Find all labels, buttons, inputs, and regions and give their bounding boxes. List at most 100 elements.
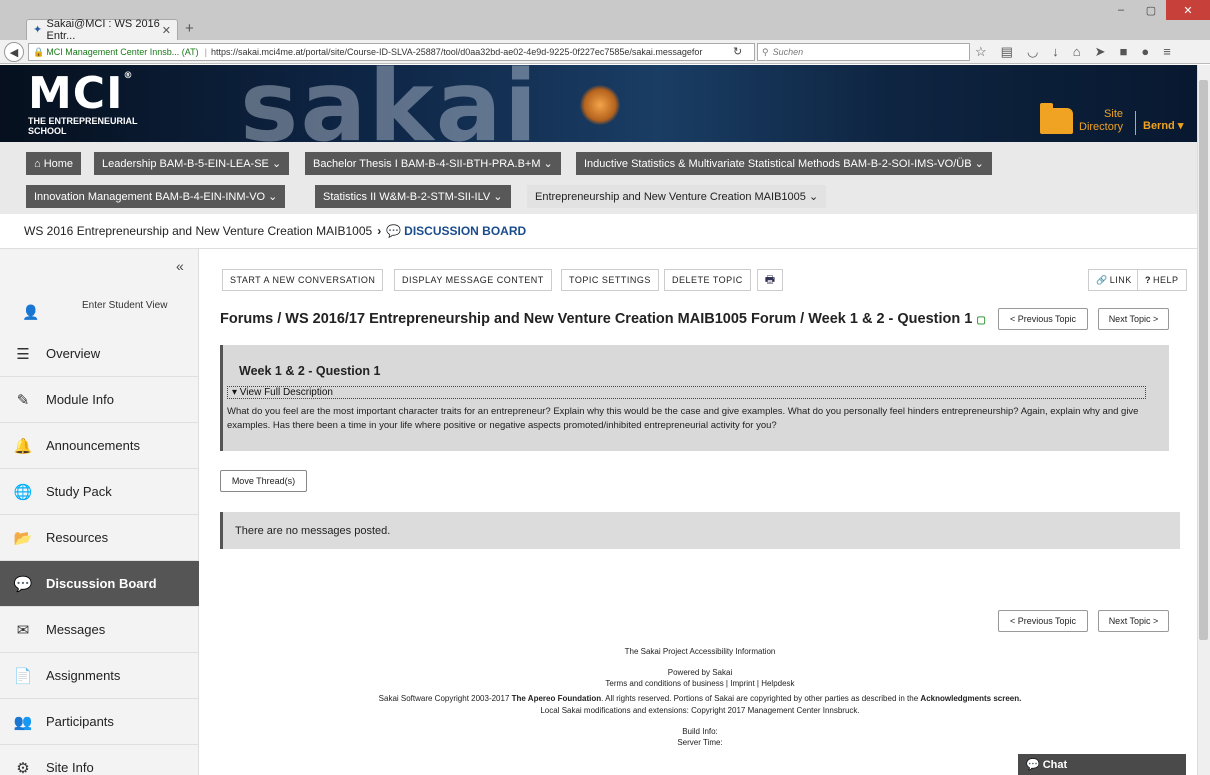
chat-bubble-icon: 💬	[386, 224, 402, 238]
question-icon: ?	[1145, 275, 1151, 285]
folder-icon: 📂	[13, 529, 33, 547]
menu-icon[interactable]: ≡	[1163, 44, 1171, 60]
menu-item-assignments[interactable]: 📄 Assignments	[0, 653, 199, 699]
display-message-content-button[interactable]: DISPLAY MESSAGE CONTENT	[394, 269, 552, 291]
site-identity: MCI Management Center Innsb... (AT)	[46, 47, 199, 57]
menu-item-module-info[interactable]: ✎ Module Info	[0, 377, 199, 423]
print-icon[interactable]: 🖶	[757, 269, 783, 291]
lock-icon: 🔒	[33, 46, 45, 57]
site-tab-statistics-ii[interactable]: Statistics II W&M-B-2-STM-SII-ILV ⌄	[315, 185, 511, 208]
breadcrumb: WS 2016 Entrepreneurship and New Venture…	[0, 214, 1197, 249]
next-topic-button-bottom[interactable]: Next Topic >	[1098, 610, 1169, 632]
banner-light-glow	[580, 85, 620, 125]
bell-icon: 🔔	[13, 437, 33, 455]
menu-item-announcements[interactable]: 🔔 Announcements	[0, 423, 199, 469]
send-icon[interactable]: ➤	[1095, 44, 1106, 60]
site-tab-inductive-statistics[interactable]: Inductive Statistics & Multivariate Stat…	[576, 152, 992, 175]
menu-item-participants[interactable]: 👥 Participants	[0, 699, 199, 745]
site-tab-bachelor-thesis[interactable]: Bachelor Thesis I BAM-B-4-SII-BTH-PRA.B+…	[305, 152, 561, 175]
window-controls: – ▢ ✕	[1106, 0, 1210, 20]
student-view-button[interactable]: 👤 Enter Student View	[0, 296, 199, 334]
site-tab-leadership[interactable]: Leadership BAM-B-5-EIN-LEA-SE ⌄	[94, 152, 290, 175]
globe-icon: 🌐	[13, 483, 33, 501]
user-menu-button[interactable]: Bernd ▾	[1143, 119, 1183, 132]
users-icon: 👥	[13, 713, 33, 731]
apereo-link[interactable]: The Apereo Foundation	[512, 694, 601, 703]
footer-terms-links[interactable]: Terms and conditions of business | Impri…	[200, 679, 1200, 688]
footer-accessibility-link[interactable]: The Sakai Project Accessibility Informat…	[200, 647, 1200, 656]
home-icon[interactable]: ⌂	[1073, 44, 1081, 60]
menu-item-messages[interactable]: ✉ Messages	[0, 607, 199, 653]
previous-topic-button[interactable]: < Previous Topic	[998, 308, 1088, 330]
move-threads-button[interactable]: Move Thread(s)	[220, 470, 307, 492]
link-icon: 🔗	[1096, 274, 1108, 285]
header-divider	[1135, 111, 1136, 135]
topic-status-icon: ▢	[976, 315, 986, 326]
browser-toolbar-icons: ☆ ▤ ◡ ↓ ⌂ ➤ ■ ● ≡	[975, 44, 1171, 60]
menu-item-resources[interactable]: 📂 Resources	[0, 515, 199, 561]
view-full-description-toggle[interactable]: ▾ View Full Description	[227, 386, 1146, 399]
breadcrumb-site[interactable]: WS 2016 Entrepreneurship and New Venture…	[24, 224, 372, 238]
download-icon[interactable]: ↓	[1052, 44, 1059, 60]
edit-icon: ✎	[16, 391, 30, 409]
breadcrumb-tool[interactable]: DISCUSSION BOARD	[404, 224, 526, 238]
menu-item-study-pack[interactable]: 🌐 Study Pack	[0, 469, 199, 515]
site-tab-innovation-management[interactable]: Innovation Management BAM-B-4-EIN-INM-VO…	[26, 185, 286, 208]
site-directory-label: Site Directory	[1079, 108, 1124, 133]
next-topic-button[interactable]: Next Topic >	[1098, 308, 1169, 330]
site-tab-entrepreneurship[interactable]: Entrepreneurship and New Venture Creatio…	[527, 185, 827, 208]
addon-icon[interactable]: ●	[1141, 44, 1149, 60]
minimize-button[interactable]: –	[1106, 0, 1136, 20]
topic-settings-button[interactable]: TOPIC SETTINGS	[561, 269, 659, 291]
close-window-button[interactable]: ✕	[1166, 0, 1210, 20]
footer-powered-by[interactable]: Powered by Sakai	[200, 668, 1200, 677]
back-arrow-icon[interactable]: ◀	[4, 42, 24, 62]
chat-bubble-icon: 💬	[1026, 759, 1040, 771]
chat-bar[interactable]: 💬 Chat	[1018, 754, 1186, 775]
tab-close-icon[interactable]: ✕	[162, 24, 171, 37]
browser-tab-strip	[0, 0, 1210, 40]
menu-item-site-info[interactable]: ⚙ Site Info	[0, 745, 199, 775]
acknowledgments-link[interactable]: Acknowledgments screen.	[920, 694, 1021, 703]
help-button[interactable]: ? HELP	[1137, 269, 1187, 291]
topic-description: What do you feel are the most important …	[227, 406, 1139, 431]
footer-copyright: Sakai Software Copyright 2003-2017 The A…	[378, 694, 1022, 703]
start-conversation-button[interactable]: START A NEW CONVERSATION	[222, 269, 384, 291]
maximize-button[interactable]: ▢	[1136, 0, 1166, 20]
sakai-favicon-icon: ✦	[33, 24, 43, 36]
browser-tab[interactable]: ✦ Sakai@MCI : WS 2016 Entr... ✕	[26, 18, 178, 42]
menu-item-overview[interactable]: ☰ Overview	[0, 331, 199, 377]
collapse-menu-button[interactable]: «	[176, 258, 184, 274]
footer-local-copyright: Local Sakai modifications and extensions…	[540, 706, 860, 715]
footer-build-info: Build Info:	[682, 727, 718, 736]
search-icon: ⚲	[762, 46, 769, 57]
topic-name: Week 1 & 2 - Question 1	[239, 364, 381, 378]
link-button[interactable]: 🔗 LINK	[1088, 269, 1140, 291]
extension-icon[interactable]: ■	[1120, 44, 1128, 60]
no-messages-notice: There are no messages posted.	[220, 512, 1180, 549]
menu-item-discussion-board[interactable]: 💬 Discussion Board	[0, 561, 199, 607]
list-icon: ☰	[16, 345, 30, 363]
mci-tagline: THE ENTREPRENEURIAL SCHOOL	[28, 116, 138, 136]
footer-server-time: Server Time:	[677, 738, 723, 747]
chat-bubble-icon: 💬	[13, 575, 33, 593]
browser-tab-title: Sakai@MCI : WS 2016 Entr...	[46, 18, 160, 42]
browser-search-input[interactable]: ⚲ Suchen	[757, 43, 970, 61]
mci-logo[interactable]: MCI®	[28, 72, 133, 116]
site-directory-button[interactable]: Site Directory	[1040, 103, 1124, 134]
bookmark-star-icon[interactable]: ☆	[975, 44, 987, 60]
previous-topic-button-bottom[interactable]: < Previous Topic	[998, 610, 1088, 632]
reload-icon[interactable]: ↻	[733, 45, 742, 58]
scrollbar-thumb[interactable]	[1199, 80, 1208, 640]
clipboard-icon[interactable]: ▤	[1001, 44, 1013, 60]
document-icon: 📄	[13, 667, 33, 685]
gear-icon: ⚙	[16, 759, 30, 775]
site-tab-home[interactable]: ⌂ Home	[26, 152, 82, 175]
folder-icon	[1040, 103, 1073, 134]
envelope-icon: ✉	[16, 621, 30, 639]
pocket-icon[interactable]: ◡	[1027, 44, 1038, 60]
new-tab-button[interactable]: +	[185, 20, 194, 37]
page-title: Forums / WS 2016/17 Entrepreneurship and…	[220, 311, 986, 327]
breadcrumb-separator: ›	[377, 224, 382, 238]
delete-topic-button[interactable]: DELETE TOPIC	[664, 269, 751, 291]
